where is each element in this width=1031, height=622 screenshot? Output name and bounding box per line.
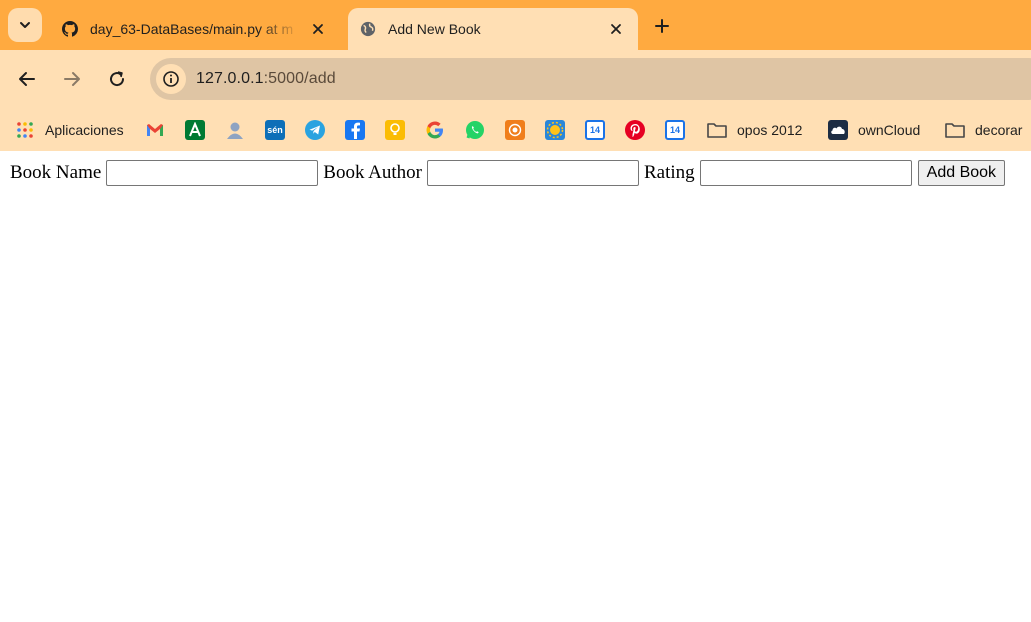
bookmark-gmail[interactable]	[145, 116, 165, 144]
bookmark-label: opos 2012	[737, 122, 803, 138]
folder-icon	[945, 120, 965, 140]
browser-toolbar: 127.0.0.1:5000/add	[0, 50, 1031, 108]
owncloud-icon	[828, 120, 848, 140]
bookmark-calendar[interactable]: 14	[585, 116, 605, 144]
arrow-left-icon	[19, 72, 35, 86]
avatar-icon	[225, 120, 245, 140]
bookmark-facebook[interactable]	[345, 116, 365, 144]
bookmark-label: decorar	[975, 122, 1023, 138]
chevron-down-icon	[20, 22, 30, 28]
url-path: :5000/add	[263, 70, 336, 87]
bookmark-pinterest[interactable]	[625, 116, 645, 144]
bookmark-whatsapp[interactable]	[465, 116, 485, 144]
page-content: Book Name Book Author Rating Add Book	[0, 151, 1031, 622]
new-tab-button[interactable]	[648, 12, 676, 40]
bookmark-folder-decorar[interactable]: decorar	[945, 116, 1022, 144]
close-icon[interactable]	[606, 19, 626, 39]
tab-title: Add New Book	[388, 21, 481, 37]
bookmark-aplicaciones[interactable]: Aplicaciones	[15, 116, 124, 144]
bookmark-lion[interactable]	[505, 116, 525, 144]
whatsapp-icon	[465, 120, 485, 140]
bookmark-andalucia[interactable]	[185, 116, 205, 144]
bookmark-sun[interactable]	[545, 116, 565, 144]
keep-icon	[385, 120, 405, 140]
bookmark-calendar[interactable]: 14	[665, 116, 685, 144]
tab-github[interactable]: day_63-DataBases/main.py at m	[50, 8, 340, 50]
bookmark-telegram[interactable]	[305, 116, 325, 144]
add-book-button[interactable]: Add Book	[917, 160, 1006, 186]
google-icon	[425, 120, 445, 140]
plus-icon	[655, 19, 669, 33]
github-icon	[62, 21, 78, 37]
tab-add-new-book[interactable]: Add New Book	[348, 8, 638, 50]
url-text[interactable]: 127.0.0.1:5000/add	[196, 70, 336, 88]
address-bar[interactable]: 127.0.0.1:5000/add	[150, 58, 1031, 100]
book-name-label: Book Name	[10, 162, 102, 183]
apps-grid-icon	[15, 120, 35, 140]
sun-icon	[545, 120, 565, 140]
bookmark-keep[interactable]	[385, 116, 405, 144]
bookmark-folder-opos-2012[interactable]: opos 2012	[707, 116, 802, 144]
forward-button[interactable]	[57, 64, 87, 94]
sen-icon: sén	[265, 120, 285, 140]
url-host: 127.0.0.1	[196, 70, 264, 87]
bookmark-owncloud[interactable]: ownCloud	[828, 116, 920, 144]
tab-search-button[interactable]	[8, 8, 42, 42]
book-author-label: Book Author	[323, 162, 422, 183]
bookmark-sen[interactable]: sén	[265, 116, 285, 144]
book-author-input[interactable]	[427, 160, 639, 186]
bookmark-label: Aplicaciones	[45, 122, 124, 138]
bookmark-avatar[interactable]	[225, 116, 245, 144]
tab-strip: day_63-DataBases/main.py at m Add New Bo…	[0, 0, 1031, 50]
reload-icon	[110, 71, 125, 87]
book-name-input[interactable]	[106, 160, 319, 186]
back-button[interactable]	[12, 64, 42, 94]
add-book-form: Book Name Book Author Rating Add Book	[10, 160, 1006, 186]
calendar-icon: 14	[585, 120, 605, 140]
globe-icon	[360, 21, 376, 37]
tab-title: day_63-DataBases/main.py at m	[90, 21, 294, 37]
rating-label: Rating	[644, 162, 695, 183]
arrow-right-icon	[64, 72, 80, 86]
reload-button[interactable]	[102, 64, 132, 94]
facebook-icon	[345, 120, 365, 140]
calendar-icon: 14	[665, 120, 685, 140]
telegram-icon	[305, 120, 325, 140]
close-icon[interactable]	[308, 19, 328, 39]
andalucia-icon	[185, 120, 205, 140]
site-info-icon[interactable]	[156, 64, 186, 94]
folder-icon	[707, 120, 727, 140]
gmail-icon	[145, 120, 165, 140]
bookmark-google[interactable]	[425, 116, 445, 144]
rating-input[interactable]	[699, 160, 912, 186]
bookmark-label: ownCloud	[858, 122, 921, 138]
pinterest-icon	[625, 120, 645, 140]
bookmarks-bar: Aplicaciones sén 14 14 opos 2012 ownClou…	[0, 108, 1031, 151]
lion-icon	[505, 120, 525, 140]
